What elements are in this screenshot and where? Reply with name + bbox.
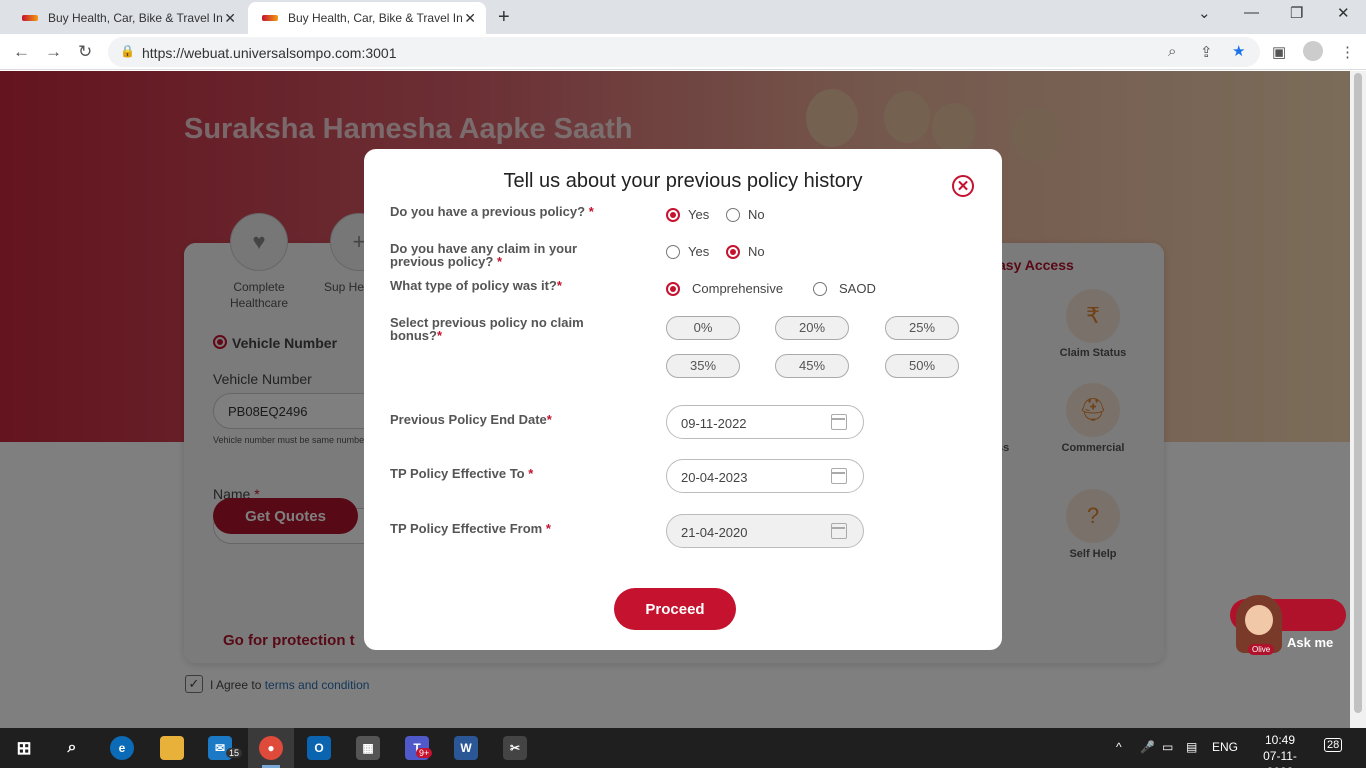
ask-me-label: Ask me — [1287, 635, 1334, 650]
battery-icon[interactable]: ▭ — [1162, 740, 1173, 754]
tp-from-label: TP Policy Effective From * — [390, 521, 551, 536]
ncb-option-35[interactable]: 35% — [666, 354, 740, 378]
ncb-question: Select previous policy no claim bonus?* — [390, 315, 584, 343]
search-icon[interactable]: ⌕ — [60, 736, 84, 760]
tp-to-value: 20-04-2023 — [681, 470, 748, 485]
prev-end-date-label: Previous Policy End Date* — [390, 412, 552, 427]
page-scrollbar[interactable] — [1350, 71, 1366, 728]
site-favicon-icon — [262, 15, 278, 21]
proceed-button[interactable]: Proceed — [614, 588, 736, 630]
tp-from-value: 21-04-2020 — [681, 525, 748, 540]
comprehensive-radio[interactable]: Comprehensive — [666, 281, 783, 296]
windows-start-icon[interactable]: ⊞ — [12, 736, 36, 760]
previous-policy-yes-radio[interactable]: Yes — [666, 207, 709, 222]
web-page: Suraksha Hamesha Aapke Saath ♥ Complete … — [0, 71, 1366, 728]
ncb-option-20[interactable]: 20% — [775, 316, 849, 340]
tab-title: Buy Health, Car, Bike & Travel Ins — [48, 11, 223, 25]
claim-no-radio[interactable]: No — [726, 244, 765, 259]
browser-tab-active[interactable]: Buy Health, Car, Bike & Travel Ins ✕ — [248, 2, 486, 34]
modal-title: Tell us about your previous policy histo… — [503, 170, 863, 192]
clock-date: 07-11-2022 — [1263, 749, 1297, 779]
restore-icon[interactable]: ❐ — [1290, 4, 1303, 22]
forward-icon[interactable]: → — [45, 42, 62, 62]
browser-tab-strip: Buy Health, Car, Bike & Travel Ins ✕ Buy… — [0, 0, 1366, 34]
olive-name: Olive — [1248, 644, 1275, 655]
address-bar: ← → ↻ 🔒 https://webuat.universalsompo.co… — [0, 34, 1366, 70]
tp-from-input[interactable]: 21-04-2020 — [666, 514, 864, 548]
edge-icon[interactable]: e — [110, 736, 134, 760]
outlook-icon[interactable]: O — [307, 736, 331, 760]
close-tab-icon[interactable]: ✕ — [464, 10, 476, 27]
prev-end-date-input[interactable]: 09-11-2022 — [666, 405, 864, 439]
mail-badge: 15 — [226, 748, 243, 758]
word-icon[interactable]: W — [454, 736, 478, 760]
tab-title: Buy Health, Car, Bike & Travel Ins — [288, 11, 463, 25]
ncb-option-50[interactable]: 50% — [885, 354, 959, 378]
microphone-icon[interactable]: 🎤 — [1140, 740, 1155, 754]
snipping-tool-icon[interactable]: ✂ — [503, 736, 527, 760]
new-tab-icon[interactable]: + — [498, 6, 510, 29]
calendar-icon[interactable] — [831, 468, 847, 484]
chrome-icon[interactable]: ● — [259, 736, 283, 760]
reload-icon[interactable]: ↻ — [78, 42, 92, 62]
close-tab-icon[interactable]: ✕ — [224, 10, 236, 27]
tp-to-input[interactable]: 20-04-2023 — [666, 459, 864, 493]
share-icon[interactable]: ⇪ — [1200, 43, 1213, 61]
minimize-icon[interactable]: — — [1244, 4, 1259, 21]
tp-to-label: TP Policy Effective To * — [390, 466, 534, 481]
previous-policy-no-radio[interactable]: No — [726, 207, 765, 222]
previous-policy-question: Do you have a previous policy? * — [390, 204, 594, 219]
close-icon[interactable]: ✕ — [952, 175, 974, 197]
policy-type-question: What type of policy was it?* — [390, 278, 562, 293]
claim-question: Do you have any claim in your previous p… — [390, 241, 578, 269]
back-icon[interactable]: ← — [13, 42, 30, 62]
system-clock[interactable]: 10:49 07-11-2022 — [1250, 732, 1310, 780]
saod-radio[interactable]: SAOD — [813, 281, 876, 296]
claim-yes-radio[interactable]: Yes — [666, 244, 709, 259]
zoom-icon[interactable]: ⌕ — [1168, 43, 1176, 60]
calculator-icon[interactable]: ▦ — [356, 736, 380, 760]
profile-avatar-icon[interactable] — [1303, 41, 1323, 61]
url-text: https://webuat.universalsompo.com:3001 — [142, 45, 397, 61]
ncb-option-0[interactable]: 0% — [666, 316, 740, 340]
calendar-icon[interactable] — [831, 523, 847, 539]
lock-icon: 🔒 — [120, 44, 135, 58]
notifications-icon[interactable]: 28 — [1324, 738, 1343, 752]
windows-taskbar: ⊞ ⌕ e ✉ 15 ● O ▦ T 9+ W ✂ ^ 🎤 ▭ ▤ ENG 10… — [0, 728, 1366, 779]
ncb-option-45[interactable]: 45% — [775, 354, 849, 378]
bookmark-star-icon[interactable]: ★ — [1232, 42, 1245, 60]
tray-chevron-icon[interactable]: ^ — [1116, 740, 1122, 754]
window-close-icon[interactable]: ✕ — [1337, 4, 1350, 22]
url-field[interactable]: 🔒 https://webuat.universalsompo.com:3001… — [108, 37, 1260, 67]
site-favicon-icon — [22, 15, 38, 21]
clock-time: 10:49 — [1264, 733, 1296, 747]
language-indicator[interactable]: ENG — [1212, 740, 1238, 754]
teams-badge: 9+ — [416, 748, 433, 758]
browser-tab[interactable]: Buy Health, Car, Bike & Travel Ins ✕ — [8, 2, 246, 34]
network-icon[interactable]: ▤ — [1186, 740, 1197, 754]
side-panel-icon[interactable]: ▣ — [1272, 43, 1286, 61]
file-explorer-icon[interactable] — [160, 736, 184, 760]
menu-kebab-icon[interactable]: ⋮ — [1340, 43, 1355, 61]
prev-end-date-value: 09-11-2022 — [681, 416, 747, 431]
tab-search-icon[interactable]: ⌄ — [1198, 4, 1211, 22]
ncb-option-25[interactable]: 25% — [885, 316, 959, 340]
previous-policy-modal: Tell us about your previous policy histo… — [364, 149, 1002, 650]
calendar-icon[interactable] — [831, 414, 847, 430]
